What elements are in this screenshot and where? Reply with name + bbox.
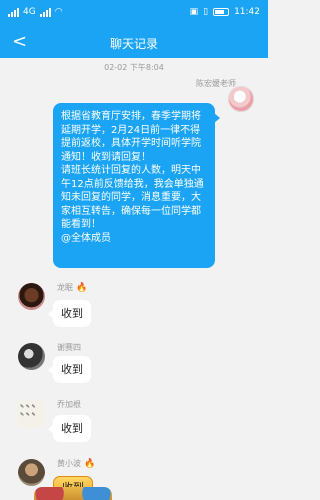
nfc-icon: ▣	[189, 7, 199, 17]
reply-sender-name: 谢赛四	[57, 343, 81, 352]
reply-text: 收到	[61, 422, 83, 435]
avatar-scribble: ✎ ✎ ✎ ✎ ✎ ✎	[20, 404, 36, 418]
page-title: 聊天记录	[109, 37, 158, 51]
signal-icon	[8, 7, 19, 17]
carrier-label: 4G	[23, 7, 36, 17]
status-right: ▣ ▯ 11:42	[190, 7, 260, 17]
reply-bubble[interactable]: 收到	[48, 415, 91, 442]
bubble-decoration	[34, 487, 112, 500]
status-bar: 4G ◠ ▣ ▯ 11:42	[0, 0, 268, 28]
reply-text: 收到	[61, 363, 83, 376]
avatar[interactable]: ✎ ✎ ✎ ✎ ✎ ✎	[18, 400, 45, 427]
battery-icon	[213, 8, 230, 16]
avatar[interactable]	[18, 283, 45, 310]
flame-icon: 🔥	[76, 282, 88, 293]
signal-icon-2	[39, 7, 51, 17]
nav-bar: < 聊天记录	[0, 28, 268, 58]
reply-sender-name: 乔加根	[57, 400, 81, 409]
teacher-sender-name: 陈宏媛老师	[196, 79, 236, 88]
reply-sender: 乔加根	[57, 399, 81, 410]
reply-sender-name: 龙眠	[57, 283, 73, 292]
teacher-avatar[interactable]	[228, 86, 254, 112]
reply-text: 收到	[61, 307, 83, 320]
reply-sender: 龙眠 🔥	[57, 282, 87, 293]
wifi-icon: ◠	[54, 7, 63, 17]
message-timestamp: 02-02 下午8:04	[104, 63, 164, 72]
vibrate-icon: ▯	[203, 7, 209, 17]
reply-sender: 黄小波 🔥	[57, 458, 95, 469]
reply-sender: 谢赛四	[57, 342, 81, 353]
flame-icon: 🔥	[84, 458, 96, 469]
reply-bubble[interactable]: 收到	[48, 356, 91, 383]
clock: 11:42	[234, 7, 260, 17]
status-left: 4G ◠	[8, 7, 63, 17]
reply-sender-name: 黄小波	[57, 459, 81, 468]
teacher-message-bubble[interactable]: 根据省教育厅安排，春季学期将延期开学，2月24日前一律不得提前返校，具体开学时间…	[53, 103, 220, 268]
avatar[interactable]	[18, 343, 45, 370]
teacher-message-text: 根据省教育厅安排，春季学期将延期开学，2月24日前一律不得提前返校，具体开学时间…	[61, 111, 204, 244]
avatar[interactable]	[18, 459, 45, 486]
reply-bubble[interactable]: 收到	[48, 300, 91, 327]
